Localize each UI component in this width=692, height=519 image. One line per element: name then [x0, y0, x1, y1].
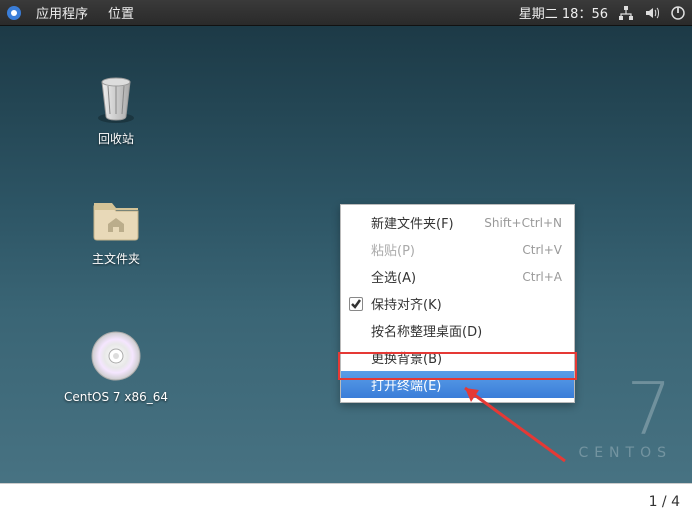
checkbox-icon — [349, 297, 363, 311]
menu-shortcut: Ctrl+V — [522, 243, 562, 257]
desktop-icon-label: 主文件夹 — [56, 250, 176, 267]
menu-label: 新建文件夹(F) — [371, 213, 454, 232]
desktop-icon-disc[interactable]: CentOS 7 x86_64 — [56, 328, 176, 404]
bottom-panel: 1 / 4 — [0, 483, 692, 519]
menu-select-all[interactable]: 全选(A) Ctrl+A — [341, 263, 574, 290]
trash-icon — [88, 68, 144, 124]
centos-name: CENTOS — [578, 445, 672, 461]
desktop-icon-label: 回收站 — [56, 130, 176, 147]
menu-change-background[interactable]: 更换背景(B) — [341, 344, 574, 371]
centos-branding: 7 CENTOS — [578, 373, 672, 461]
menu-keep-aligned[interactable]: 保持对齐(K) — [341, 290, 574, 317]
menu-new-folder[interactable]: 新建文件夹(F) Shift+Ctrl+N — [341, 209, 574, 236]
menu-shortcut: Ctrl+A — [522, 270, 562, 284]
menu-label: 按名称整理桌面(D) — [371, 321, 482, 340]
desktop-icon-trash[interactable]: 回收站 — [56, 68, 176, 147]
menu-open-terminal[interactable]: 打开终端(E) — [341, 371, 574, 398]
disc-icon — [88, 328, 144, 384]
power-icon[interactable] — [670, 5, 686, 21]
volume-icon[interactable] — [644, 5, 660, 21]
menu-paste: 粘贴(P) Ctrl+V — [341, 236, 574, 263]
menu-applications[interactable]: 应用程序 — [28, 3, 96, 22]
clock[interactable]: 星期二 18：56 — [519, 3, 608, 22]
menu-label: 粘贴(P) — [371, 240, 415, 259]
menu-organize-by-name[interactable]: 按名称整理桌面(D) — [341, 317, 574, 344]
menu-shortcut: Shift+Ctrl+N — [484, 216, 562, 230]
top-panel: 应用程序 位置 星期二 18：56 — [0, 0, 692, 26]
network-icon[interactable] — [618, 5, 634, 21]
topbar-left: 应用程序 位置 — [6, 3, 142, 22]
menu-label: 更换背景(B) — [371, 348, 442, 367]
menu-label: 全选(A) — [371, 267, 416, 286]
workspace-indicator[interactable]: 1 / 4 — [649, 494, 680, 510]
applications-icon — [6, 5, 22, 21]
home-folder-icon — [88, 188, 144, 244]
centos-version: 7 — [578, 373, 672, 445]
menu-places[interactable]: 位置 — [100, 3, 142, 22]
desktop-icon-home[interactable]: 主文件夹 — [56, 188, 176, 267]
topbar-right: 星期二 18：56 — [519, 3, 686, 22]
desktop-icon-label: CentOS 7 x86_64 — [56, 390, 176, 404]
menu-label: 保持对齐(K) — [371, 294, 442, 313]
desktop[interactable]: 回收站 主文件夹 CentOS 7 x86_64 7 CENTOS 新建文件夹(… — [0, 26, 692, 481]
desktop-context-menu: 新建文件夹(F) Shift+Ctrl+N 粘贴(P) Ctrl+V 全选(A)… — [340, 204, 575, 403]
menu-label: 打开终端(E) — [371, 375, 441, 394]
